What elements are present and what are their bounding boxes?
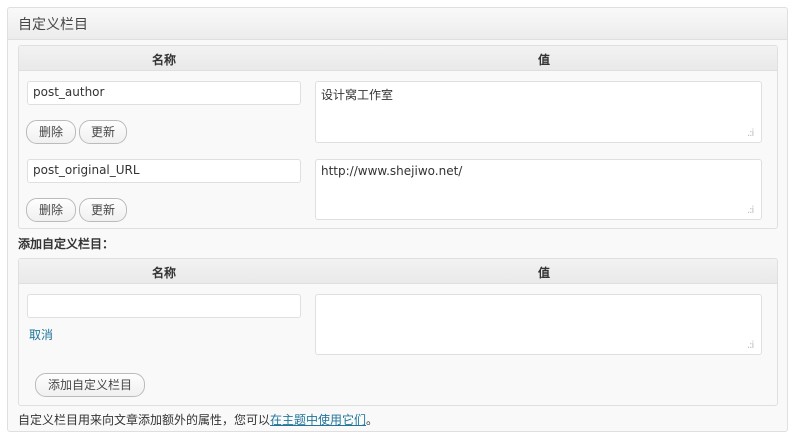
theme-usage-link[interactable]: 在主题中使用它们 xyxy=(270,413,366,427)
table-header: 名称 值 xyxy=(19,259,777,284)
column-header-value: 值 xyxy=(537,53,550,67)
add-field-heading: 添加自定义栏目： xyxy=(18,237,115,251)
field-key-input[interactable]: post_original_URL xyxy=(27,159,301,183)
footer-suffix: 。 xyxy=(366,413,379,427)
cancel-link[interactable]: 取消 xyxy=(29,326,53,343)
footer-text: 自定义栏目用来向文章添加额外的属性，您可以 xyxy=(18,413,271,427)
column-header-name: 名称 xyxy=(151,266,176,280)
column-header-name: 名称 xyxy=(151,53,176,67)
new-field-key-input[interactable] xyxy=(27,294,301,318)
update-button[interactable]: 更新 xyxy=(79,198,127,222)
delete-button[interactable]: 删除 xyxy=(26,198,76,222)
table-header: 名称 值 xyxy=(19,46,777,71)
field-key-input[interactable]: post_author xyxy=(27,81,301,105)
column-header-value: 值 xyxy=(537,266,550,280)
field-value-text: http://www.shejiwo.net/ xyxy=(321,164,463,178)
field-value-textarea[interactable]: 设计窝工作室 .:i xyxy=(315,81,762,143)
resize-handle-icon[interactable]: .:i xyxy=(747,206,757,216)
resize-handle-icon[interactable]: .:i xyxy=(747,129,757,139)
field-value-text: 设计窝工作室 xyxy=(321,88,394,102)
new-field-value-textarea[interactable]: .:i xyxy=(315,294,762,355)
field-value-textarea[interactable]: http://www.shejiwo.net/ .:i xyxy=(315,159,762,220)
box-title: 自定义栏目 xyxy=(18,17,88,33)
resize-handle-icon[interactable]: .:i xyxy=(747,341,757,351)
footer-note: 自定义栏目用来向文章添加额外的属性，您可以在主题中使用它们。 xyxy=(18,411,378,428)
custom-fields-box: 自定义栏目 名称 值 post_author 删除 更新 设计窝工作室 .:i … xyxy=(7,7,788,432)
update-button[interactable]: 更新 xyxy=(79,120,127,144)
box-header[interactable]: 自定义栏目 xyxy=(8,8,787,40)
custom-fields-table: 名称 值 post_author 删除 更新 设计窝工作室 .:i post_o… xyxy=(18,45,778,229)
add-custom-field-button[interactable]: 添加自定义栏目 xyxy=(35,373,145,397)
new-field-table: 名称 值 取消 .:i 添加自定义栏目 xyxy=(18,258,778,406)
delete-button[interactable]: 删除 xyxy=(26,120,76,144)
